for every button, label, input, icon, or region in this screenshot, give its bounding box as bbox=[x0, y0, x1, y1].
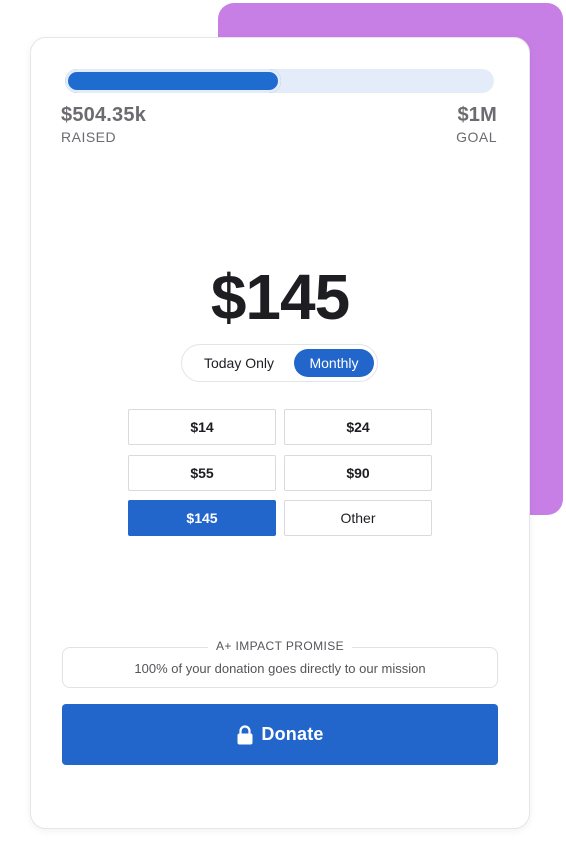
impact-promise-box: A+ IMPACT PROMISE 100% of your donation … bbox=[62, 639, 498, 688]
donation-card: $504.35k RAISED $1M GOAL $145 Today Only… bbox=[30, 37, 530, 829]
goal-label: GOAL bbox=[456, 129, 497, 145]
frequency-option-today-only[interactable]: Today Only bbox=[190, 349, 288, 377]
amount-options-grid: $14 $24 $55 $90 $145 Other bbox=[128, 409, 432, 537]
frequency-toggle: Today Only Monthly bbox=[181, 344, 378, 382]
frequency-option-monthly[interactable]: Monthly bbox=[294, 349, 374, 377]
amount-option-24[interactable]: $24 bbox=[284, 409, 432, 445]
raised-amount: $504.35k bbox=[61, 104, 147, 126]
donate-button-label: Donate bbox=[261, 724, 324, 744]
donate-button[interactable]: Donate bbox=[62, 704, 498, 765]
amount-option-other[interactable]: Other bbox=[284, 500, 432, 536]
lock-icon bbox=[236, 724, 254, 745]
progress-bar-fill bbox=[65, 69, 282, 93]
amount-option-55[interactable]: $55 bbox=[128, 455, 276, 491]
raised-stat: $504.35k RAISED bbox=[61, 104, 146, 145]
goal-stat: $1M GOAL bbox=[456, 104, 497, 145]
amount-option-14[interactable]: $14 bbox=[128, 409, 276, 445]
fundraising-progress-bar bbox=[65, 69, 494, 93]
goal-amount: $1M bbox=[457, 104, 497, 126]
amount-option-90[interactable]: $90 bbox=[284, 455, 432, 491]
impact-promise-text: 100% of your donation goes directly to o… bbox=[134, 661, 426, 676]
donation-widget-stage: $504.35k RAISED $1M GOAL $145 Today Only… bbox=[0, 0, 566, 850]
impact-promise-title: A+ IMPACT PROMISE bbox=[207, 639, 353, 653]
selected-donation-amount: $145 bbox=[210, 261, 350, 333]
raised-label: RAISED bbox=[61, 129, 117, 145]
amount-option-145[interactable]: $145 bbox=[128, 500, 276, 536]
